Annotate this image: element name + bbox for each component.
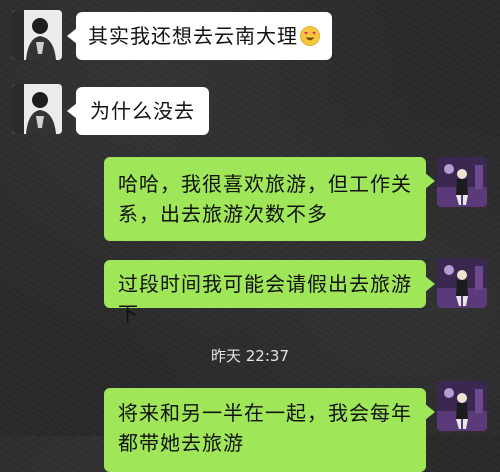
self-avatar-icon bbox=[437, 381, 487, 431]
self-avatar-icon bbox=[437, 258, 487, 308]
timestamp: 昨天 22:37 bbox=[211, 347, 289, 365]
message-text: 其实我还想去云南大理 bbox=[88, 24, 298, 48]
contact-avatar[interactable] bbox=[12, 84, 62, 134]
message-bubble-incoming[interactable]: 其实我还想去云南大理 bbox=[67, 12, 332, 60]
smiling-face-with-heart-eyes-emoji bbox=[300, 26, 320, 46]
message-bubble-outgoing[interactable]: 哈哈，我很喜欢旅游，但工作关系，出去旅游次数不多 bbox=[104, 157, 435, 241]
self-avatar-icon bbox=[437, 157, 487, 207]
message-text: 哈哈，我很喜欢旅游，但工作关系，出去旅游次数不多 bbox=[118, 172, 412, 226]
message-bubble-incoming[interactable]: 为什么没去 bbox=[67, 87, 209, 135]
contact-avatar-icon bbox=[12, 10, 62, 60]
message-text: 为什么没去 bbox=[90, 99, 195, 123]
self-avatar[interactable] bbox=[437, 258, 487, 308]
message-bubble-outgoing[interactable]: 将来和另一半在一起，我会每年都带她去旅游 bbox=[104, 388, 435, 472]
self-avatar[interactable] bbox=[437, 157, 487, 207]
message-text: 将来和另一半在一起，我会每年都带她去旅游 bbox=[118, 401, 412, 455]
message-bubble-outgoing[interactable]: 过段时间我可能会请假出去旅游下 bbox=[104, 260, 435, 326]
message-text: 过段时间我可能会请假出去旅游下 bbox=[118, 272, 412, 326]
contact-avatar[interactable] bbox=[12, 10, 62, 60]
self-avatar[interactable] bbox=[437, 381, 487, 431]
contact-avatar-icon bbox=[12, 84, 62, 134]
